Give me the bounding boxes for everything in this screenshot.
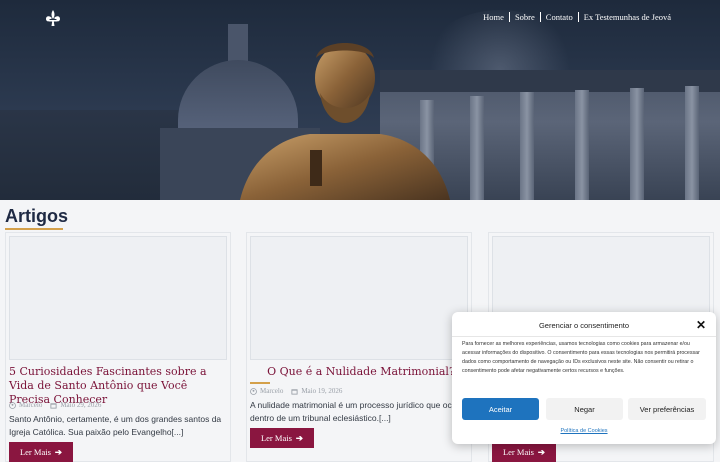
nav-link-home[interactable]: Home [478,12,509,22]
arrow-right-icon: ➔ [295,432,304,443]
section-title-underline [5,228,63,230]
article-author: Marcelo [19,401,43,409]
nav-link-ex-testemunhas[interactable]: Ex Testemunhas de Jeová [577,12,676,22]
article-thumbnail[interactable] [9,236,227,360]
cookie-policy-link[interactable]: Política de Cookies [452,428,716,434]
read-more-button[interactable]: Ler Mais ➔ [492,442,556,462]
accept-button[interactable]: Aceitar [462,398,539,420]
article-excerpt: Santo Antônio, certamente, é um dos gran… [9,414,222,437]
consent-title: Gerenciar o consentimento [538,321,630,330]
saint-statue-image [240,43,450,200]
article-thumbnail[interactable] [250,236,468,360]
fleur-de-lis-logo-icon[interactable] [44,9,62,27]
nav-link-contato[interactable]: Contato [539,12,578,22]
article-title[interactable]: O Que é a Nulidade Matrimonial? [250,365,472,379]
arrow-right-icon: ➔ [54,446,63,457]
article-card: O Que é a Nulidade Matrimonial? Marcelo … [246,232,472,462]
preferences-button[interactable]: Ver preferências [628,398,706,420]
author-icon [9,401,16,409]
close-icon[interactable]: ✕ [696,318,706,332]
article-card: 5 Curiosidades Fascinantes sobre a Vida … [5,232,231,462]
hero-banner [0,0,720,200]
article-date: Maio 19, 2026 [301,387,343,395]
arrow-right-icon: ➔ [537,446,546,457]
nav-link-sobre[interactable]: Sobre [508,12,540,22]
read-more-button[interactable]: Ler Mais ➔ [250,428,314,448]
section-title: Artigos [5,206,68,226]
calendar-icon [291,388,298,395]
article-date: Maio 29, 2026 [60,401,102,409]
article-meta: Marcelo Maio 19, 2026 [250,387,342,395]
author-icon [250,387,257,395]
main-nav: Home Sobre Contato Ex Testemunhas de Jeo… [478,12,676,22]
article-meta: Marcelo Maio 29, 2026 [9,401,101,409]
consent-divider [452,336,716,337]
consent-body: Para fornecer as melhores experiências, … [462,341,700,374]
article-title-underline [250,382,270,384]
article-author: Marcelo [260,387,284,395]
deny-button[interactable]: Negar [546,398,623,420]
read-more-button[interactable]: Ler Mais ➔ [9,442,73,462]
cookie-consent-dialog: Gerenciar o consentimento ✕ Para fornece… [452,312,716,444]
calendar-icon [50,402,57,409]
article-excerpt: A nulidade matrimonial é um processo jur… [250,400,467,423]
